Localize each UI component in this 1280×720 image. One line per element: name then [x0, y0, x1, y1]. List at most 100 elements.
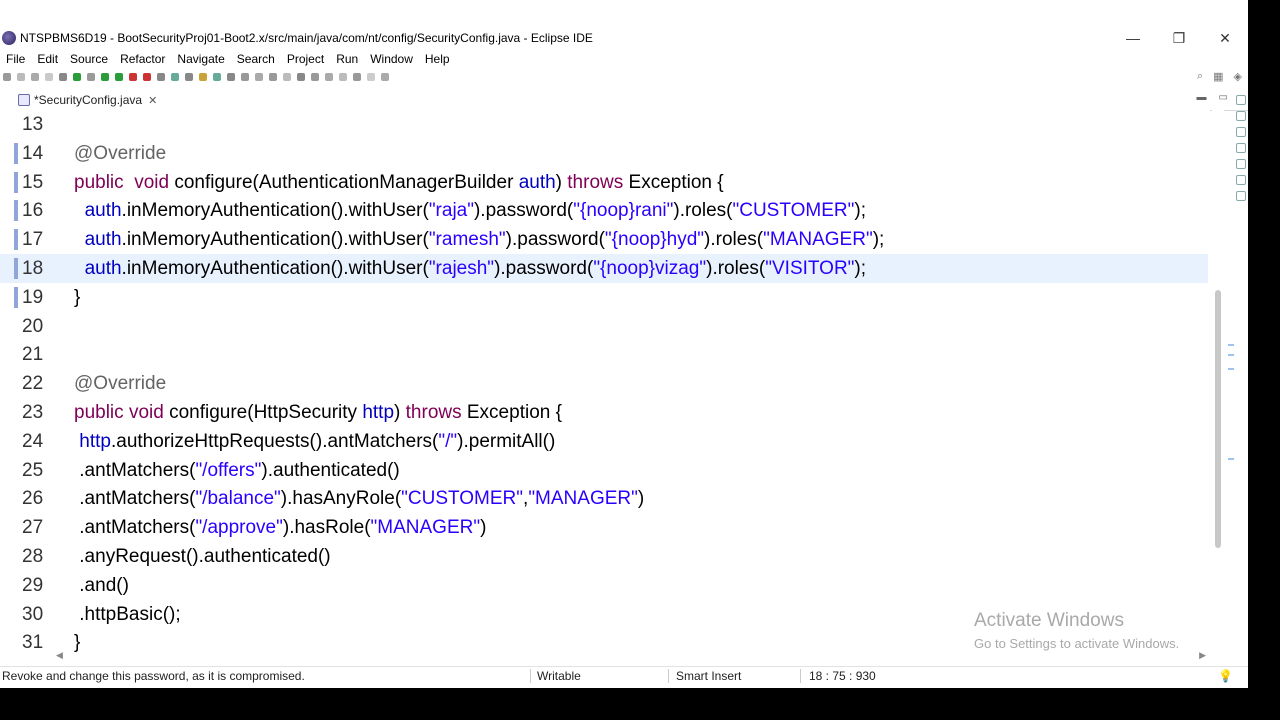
change-marker: [14, 200, 18, 222]
change-marker: [14, 286, 18, 308]
code-line[interactable]: 28 .anyRequest().authenticated(): [0, 542, 1208, 571]
tab-securityconfig[interactable]: *SecurityConfig.java ✕: [14, 90, 164, 112]
toolbar-icon[interactable]: [227, 73, 235, 81]
activate-windows-watermark: Activate Windows Go to Settings to activ…: [974, 610, 1179, 651]
toolbar-icon[interactable]: [185, 73, 193, 81]
toolbar-icon[interactable]: [311, 73, 319, 81]
problems-icon[interactable]: [1236, 127, 1246, 137]
minimize-editor-icon[interactable]: ▬: [1197, 92, 1207, 103]
code-text: .antMatchers("/approve").hasRole("MANAGE…: [74, 513, 486, 542]
menu-window[interactable]: Window: [364, 50, 419, 68]
toolbar-icon[interactable]: [325, 73, 333, 81]
perspective-icon[interactable]: ▦: [1213, 70, 1223, 83]
toolbar-icon[interactable]: [297, 73, 305, 81]
toolbar-icon[interactable]: [199, 73, 207, 81]
toolbar-icon[interactable]: [241, 73, 249, 81]
terminal-icon[interactable]: [1236, 191, 1246, 201]
outline-view-icon[interactable]: [1236, 95, 1246, 105]
code-token: configure(AuthenticationManagerBuilder: [169, 171, 519, 193]
restore-button[interactable]: ❐: [1156, 28, 1202, 48]
package-explorer-icon[interactable]: [1236, 159, 1246, 169]
code-line[interactable]: 15 public void configure(AuthenticationMa…: [0, 168, 1208, 197]
menu-source[interactable]: Source: [64, 50, 114, 68]
overview-mark[interactable]: [1228, 344, 1234, 346]
overview-mark[interactable]: [1228, 368, 1234, 370]
menu-search[interactable]: Search: [231, 50, 281, 68]
code-text: .antMatchers("/offers").authenticated(): [74, 456, 399, 485]
code-line[interactable]: 25 .antMatchers("/offers").authenticated…: [0, 456, 1208, 485]
code-editor[interactable]: 13 14 @Override 15 public void configure(Aut…: [0, 110, 1210, 654]
menu-run[interactable]: Run: [330, 50, 364, 68]
search-icon[interactable]: ⌕: [1197, 70, 1203, 83]
code-token: ).password(: [494, 258, 594, 279]
toolbar-icon[interactable]: [45, 73, 53, 81]
menu-file[interactable]: File: [0, 50, 31, 68]
toolbar-icon[interactable]: [31, 73, 39, 81]
toolbar-icon[interactable]: [59, 73, 67, 81]
code-line[interactable]: 27 .antMatchers("/approve").hasRole("MAN…: [0, 513, 1208, 542]
code-token: );: [854, 258, 867, 279]
code-line[interactable]: 22 @Override: [0, 369, 1208, 398]
code-line[interactable]: 26 .antMatchers("/balance").hasAnyRole("…: [0, 484, 1208, 513]
code-line[interactable]: 16 auth.inMemoryAuthentication().withUse…: [0, 196, 1208, 225]
tab-close-icon[interactable]: ✕: [148, 94, 157, 107]
overview-mark[interactable]: [1228, 354, 1234, 356]
change-marker: [14, 171, 18, 193]
lightbulb-icon[interactable]: 💡: [1218, 669, 1233, 683]
menu-navigate[interactable]: Navigate: [171, 50, 230, 68]
toolbar-icon[interactable]: [213, 73, 221, 81]
menu-project[interactable]: Project: [281, 50, 330, 68]
change-marker: [14, 258, 18, 279]
code-line[interactable]: 14 @Override: [0, 139, 1208, 168]
overview-mark[interactable]: [1228, 458, 1234, 460]
scroll-left-icon[interactable]: ◀: [56, 650, 63, 661]
menu-help[interactable]: Help: [419, 50, 456, 68]
code-line[interactable]: 13: [0, 110, 1208, 139]
close-button[interactable]: ✕: [1202, 28, 1248, 48]
toolbar-icon[interactable]: [143, 73, 151, 81]
servers-icon[interactable]: [1236, 175, 1246, 185]
toolbar-icon[interactable]: [157, 73, 165, 81]
minimize-button[interactable]: —: [1110, 28, 1156, 48]
toolbar-icon[interactable]: [255, 73, 263, 81]
scroll-right-icon[interactable]: ▶: [1199, 650, 1206, 661]
console-icon[interactable]: [1236, 143, 1246, 153]
code-line[interactable]: 18 auth.inMemoryAuthentication().withUse…: [0, 254, 1208, 283]
toolbar-icon[interactable]: [381, 73, 389, 81]
code-line[interactable]: 17 auth.inMemoryAuthentication().withUse…: [0, 225, 1208, 254]
code-line[interactable]: 29 .and(): [0, 571, 1208, 600]
status-separator: [668, 669, 669, 683]
code-text: }: [74, 283, 80, 312]
toolbar-icon[interactable]: [353, 73, 361, 81]
toolbar-icon[interactable]: [129, 73, 137, 81]
toolbar-icon[interactable]: [17, 73, 25, 81]
code-line[interactable]: 24 http.authorizeHttpRequests().antMatch…: [0, 427, 1208, 456]
menu-refactor[interactable]: Refactor: [114, 50, 171, 68]
vertical-scrollbar[interactable]: [1212, 110, 1224, 652]
code-line[interactable]: 19}: [0, 283, 1208, 312]
toolbar-icon[interactable]: [101, 73, 109, 81]
toolbar-icon[interactable]: [3, 73, 11, 81]
toolbar-icon[interactable]: [283, 73, 291, 81]
toolbar-icon[interactable]: [367, 73, 375, 81]
java-perspective-icon[interactable]: ◈: [1234, 70, 1242, 83]
code-token: "ramesh": [428, 229, 506, 251]
code-line[interactable]: 21: [0, 340, 1208, 369]
vertical-scroll-thumb[interactable]: [1215, 290, 1221, 548]
toolbar-icon[interactable]: [73, 73, 81, 81]
code-line[interactable]: 20: [0, 312, 1208, 341]
task-list-icon[interactable]: [1236, 111, 1246, 121]
toolbar-icon[interactable]: [339, 73, 347, 81]
toolbar-icon[interactable]: [269, 73, 277, 81]
code-token: }: [74, 632, 81, 654]
code-line[interactable]: 23 public void configure(HttpSecurity htt…: [0, 398, 1208, 427]
toolbar-icon[interactable]: [87, 73, 95, 81]
menu-edit[interactable]: Edit: [31, 50, 64, 68]
toolbar-icon[interactable]: [171, 73, 179, 81]
toolbar-icon[interactable]: [115, 73, 123, 81]
horizontal-scrollbar[interactable]: ◀ ▶: [56, 650, 1206, 662]
code-text: .antMatchers("/balance").hasAnyRole("CUS…: [74, 484, 644, 513]
code-token: .inMemoryAuthentication().withUser(: [121, 258, 429, 279]
maximize-editor-icon[interactable]: ▭: [1219, 92, 1228, 103]
